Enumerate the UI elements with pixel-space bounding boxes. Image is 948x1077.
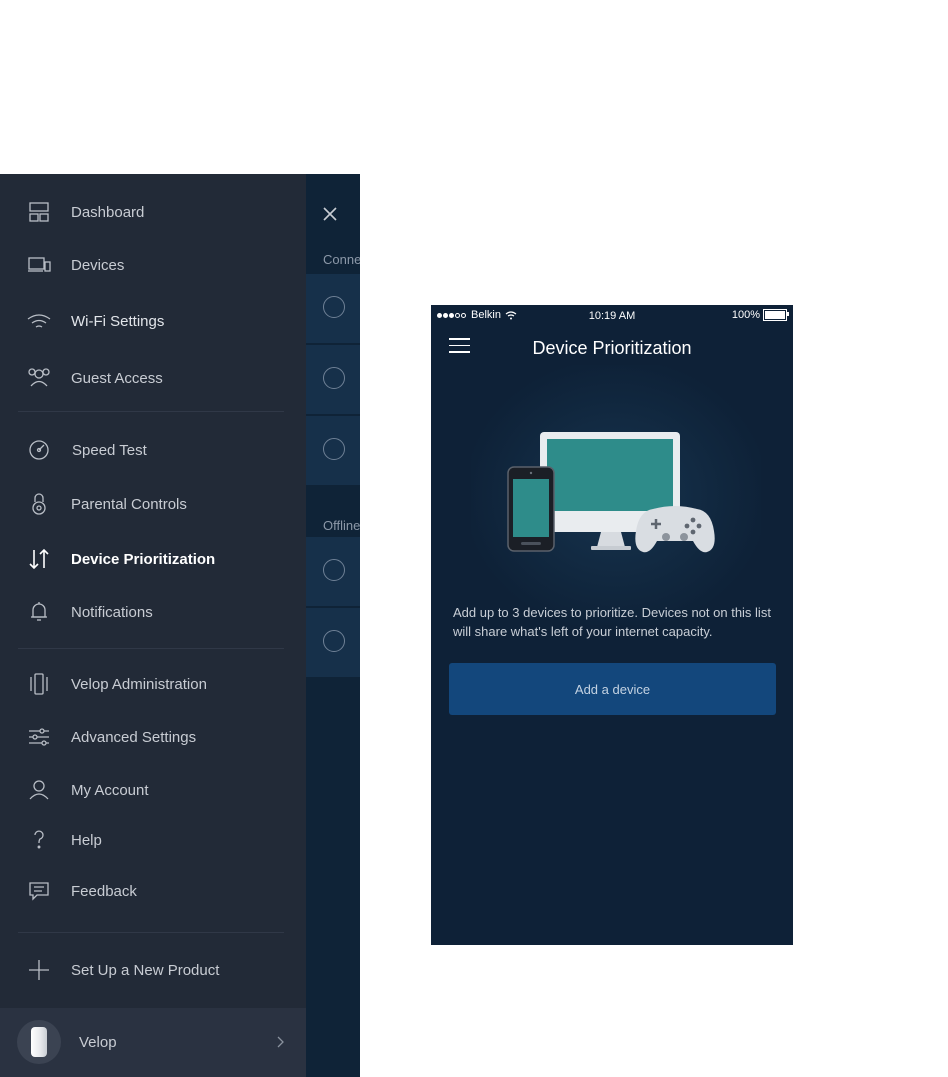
devices-icon bbox=[24, 250, 54, 280]
menu-divider bbox=[18, 411, 284, 412]
menu-divider bbox=[18, 932, 284, 933]
sliders-icon bbox=[24, 722, 54, 752]
menu-item-advanced-settings[interactable]: Advanced Settings bbox=[0, 717, 300, 757]
prioritization-description: Add up to 3 devices to prioritize. Devic… bbox=[453, 605, 771, 639]
game-controller-illustration bbox=[635, 506, 715, 553]
menu-item-feedback[interactable]: Feedback bbox=[0, 871, 300, 911]
question-mark-icon bbox=[24, 825, 54, 855]
device-prioritization-screen: Belkin 10:19 AM 100% Device Prioritizati… bbox=[431, 305, 793, 945]
menu-item-help[interactable]: Help bbox=[0, 820, 300, 860]
menu-item-label: Notifications bbox=[71, 603, 153, 621]
velop-node-icon bbox=[24, 669, 54, 699]
device-status-ring bbox=[323, 559, 345, 581]
guest-access-icon bbox=[24, 363, 54, 393]
status-battery-group: 100% bbox=[731, 309, 789, 321]
battery-icon bbox=[763, 309, 789, 321]
menu-item-parental-controls[interactable]: Parental Controls bbox=[0, 484, 300, 524]
phone-illustration bbox=[507, 466, 555, 552]
prioritization-arrows-icon bbox=[24, 544, 54, 574]
device-status-ring bbox=[323, 296, 345, 318]
close-icon[interactable] bbox=[320, 204, 340, 224]
menu-item-wifi-settings[interactable]: Wi-Fi Settings bbox=[0, 301, 300, 341]
chat-bubble-icon bbox=[24, 876, 54, 906]
dashboard-icon bbox=[24, 197, 54, 227]
menu-divider bbox=[18, 648, 284, 649]
bell-icon bbox=[24, 597, 54, 627]
status-bar: Belkin 10:19 AM 100% bbox=[431, 305, 793, 325]
menu-item-label: Devices bbox=[71, 256, 125, 274]
device-row[interactable] bbox=[306, 274, 360, 343]
device-status-ring bbox=[323, 630, 345, 652]
velop-node-avatar bbox=[17, 1020, 61, 1064]
offline-section-label: Offline bbox=[323, 518, 360, 533]
plus-icon bbox=[24, 955, 54, 985]
navigation-drawer: Dashboard Devices Wi-Fi Settings Guest A… bbox=[0, 174, 306, 1077]
page-title: Device Prioritization bbox=[532, 338, 692, 358]
menu-item-speed-test[interactable]: Speed Test bbox=[0, 430, 300, 470]
menu-item-label: Wi-Fi Settings bbox=[71, 312, 165, 330]
menu-item-velop-administration[interactable]: Velop Administration bbox=[0, 664, 300, 704]
menu-item-label: Set Up a New Product bbox=[71, 961, 220, 979]
menu-item-label: Speed Test bbox=[72, 441, 147, 459]
menu-item-label: Feedback bbox=[71, 882, 137, 900]
menu-item-label: Guest Access bbox=[71, 369, 163, 387]
add-device-button[interactable]: Add a device bbox=[449, 663, 776, 715]
menu-item-my-account[interactable]: My Account bbox=[0, 770, 300, 810]
chevron-right-icon bbox=[277, 1036, 284, 1048]
menu-item-label: Help bbox=[71, 831, 102, 849]
menu-item-label: My Account bbox=[71, 781, 149, 799]
battery-percent: 100% bbox=[731, 309, 760, 321]
menu-item-dashboard[interactable]: Dashboard bbox=[0, 192, 300, 232]
device-status-ring bbox=[323, 367, 345, 389]
velop-footer-label: Velop bbox=[79, 1034, 117, 1051]
device-row[interactable] bbox=[306, 345, 360, 414]
menu-item-label: Velop Administration bbox=[71, 675, 207, 693]
menu-item-guest-access[interactable]: Guest Access bbox=[0, 358, 300, 398]
menu-item-notifications[interactable]: Notifications bbox=[0, 592, 300, 632]
user-icon bbox=[24, 775, 54, 805]
menu-item-label: Dashboard bbox=[71, 203, 145, 221]
left-screen-menu: Conne Offline Dashboard Devices Wi-Fi Se… bbox=[0, 174, 360, 1077]
lock-icon bbox=[24, 489, 54, 519]
velop-footer-item[interactable]: Velop bbox=[0, 1008, 306, 1077]
page: Conne Offline Dashboard Devices Wi-Fi Se… bbox=[0, 0, 948, 1077]
connected-section-label: Conne bbox=[323, 252, 360, 267]
speedometer-icon bbox=[24, 435, 54, 465]
wifi-icon bbox=[24, 306, 54, 336]
menu-item-label: Parental Controls bbox=[71, 495, 187, 513]
menu-item-device-prioritization[interactable]: Device Prioritization bbox=[0, 539, 300, 579]
menu-item-label: Device Prioritization bbox=[71, 550, 216, 568]
devices-illustration bbox=[507, 432, 715, 553]
device-row[interactable] bbox=[306, 608, 360, 677]
menu-item-devices[interactable]: Devices bbox=[0, 245, 300, 285]
menu-item-set-up-new-product[interactable]: Set Up a New Product bbox=[0, 950, 300, 990]
menu-item-label: Advanced Settings bbox=[71, 728, 197, 746]
device-row[interactable] bbox=[306, 537, 360, 606]
device-status-ring bbox=[323, 438, 345, 460]
device-row[interactable] bbox=[306, 416, 360, 485]
